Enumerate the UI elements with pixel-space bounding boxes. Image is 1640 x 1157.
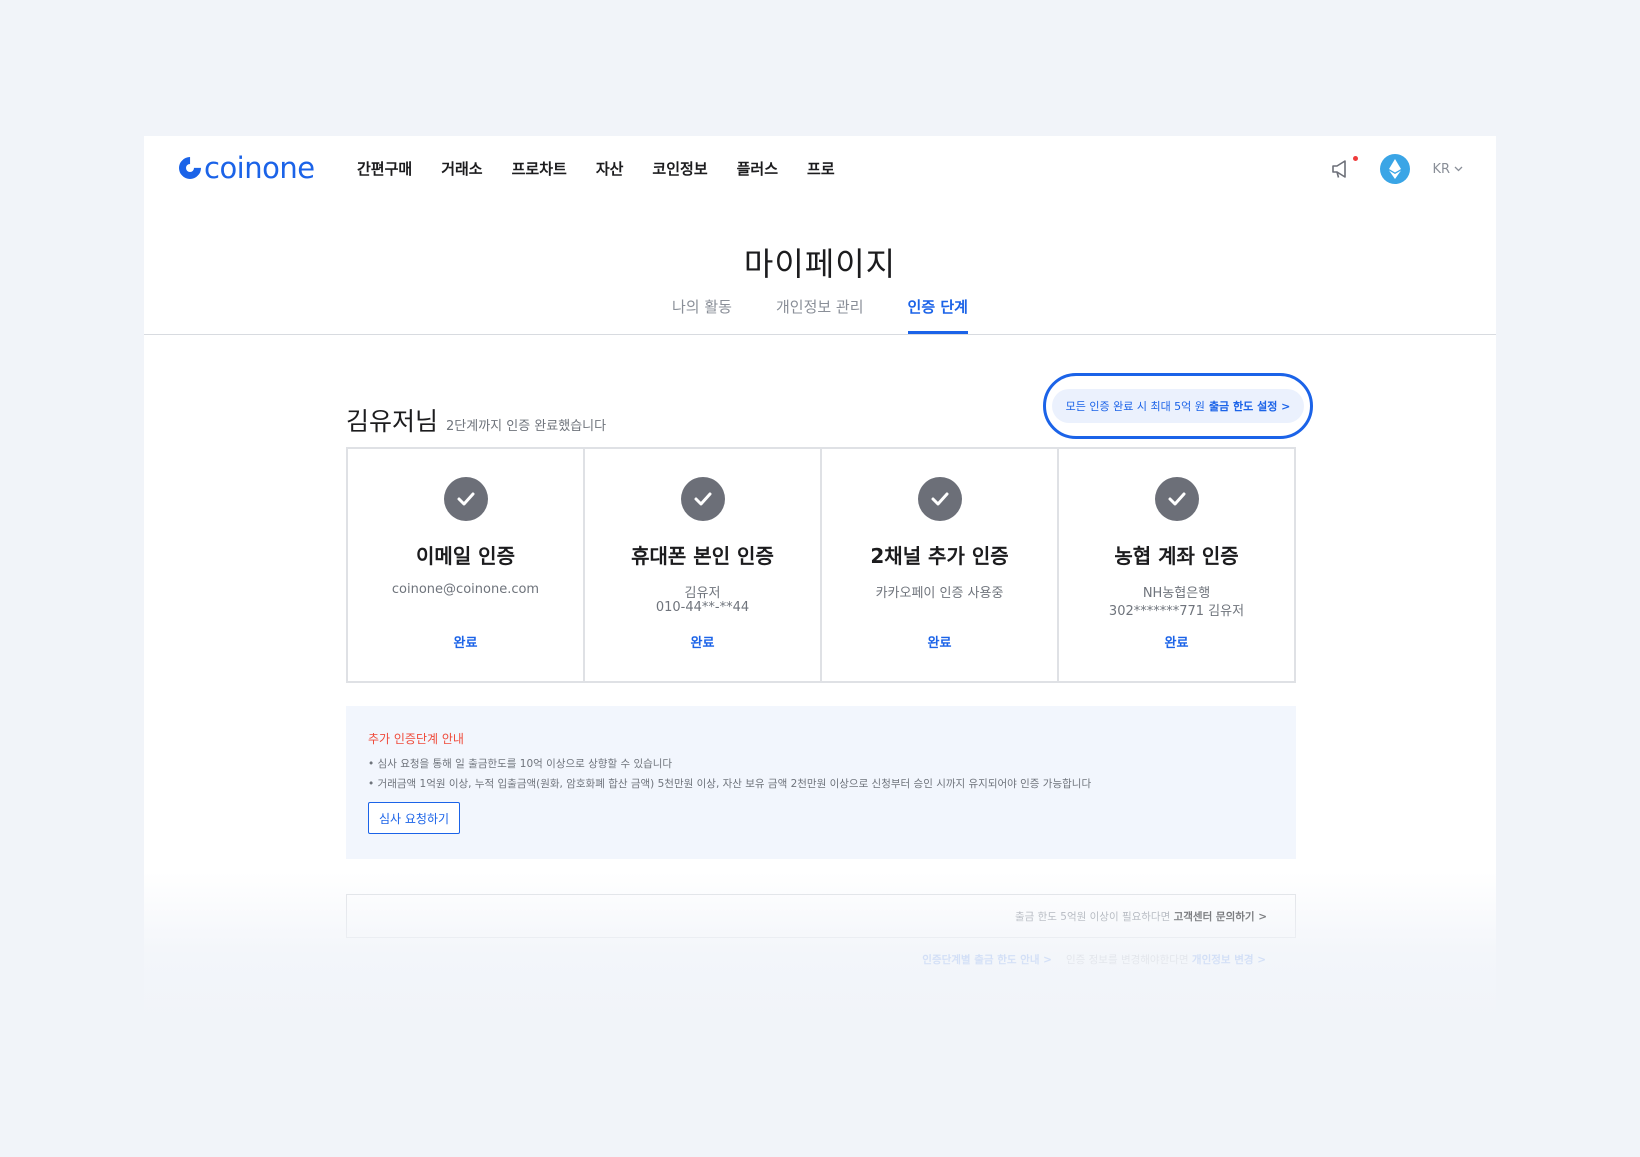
card-bank-verification: 농협 계좌 인증 NH농협은행 302*******771 김유저 완료	[1059, 449, 1294, 681]
card-phone-verification: 휴대폰 본인 인증 김유저 010-44**-**44 완료	[585, 449, 822, 681]
check-icon	[680, 477, 725, 521]
support-text: 출금 한도 5억원 이상이 필요하다면 고객센터 문의하기 >	[1015, 909, 1267, 924]
language-selector[interactable]: KR	[1432, 162, 1463, 177]
card-detail: coinone@coinone.com	[391, 582, 540, 597]
megaphone-icon[interactable]	[1330, 156, 1359, 180]
user-name: 김유저님	[346, 407, 439, 436]
card-status: 완료	[1164, 636, 1189, 651]
nav-item-assets[interactable]: 자산	[596, 158, 624, 179]
notice-line: • 심사 요청을 통해 일 출금한도를 10억 이상으로 상향할 수 있습니다	[368, 758, 673, 770]
nav-item-pro-chart[interactable]: 프로차트	[512, 158, 567, 179]
card-status: 완료	[927, 636, 952, 651]
verification-cards: 이메일 인증 coinone@coinone.com 완료 휴대폰 본인 인증 …	[346, 447, 1296, 683]
check-icon	[1154, 477, 1199, 521]
request-review-button[interactable]: 심사 요청하기	[368, 802, 460, 834]
coinone-logo[interactable]: coinone	[174, 151, 315, 185]
page-title: 마이페이지	[743, 245, 897, 283]
limit-banner-text: 모든 인증 완료 시 최대 5억 원	[1065, 400, 1205, 413]
card-detail: NH농협은행	[1142, 586, 1211, 601]
card-title: 2채널 추가 인증	[870, 544, 1009, 568]
card-email-verification: 이메일 인증 coinone@coinone.com 완료	[348, 449, 585, 681]
withdrawal-limit-link[interactable]: 모든 인증 완료 시 최대 5억 원 출금 한도 설정 >	[1051, 389, 1305, 423]
card-detail: 김유저	[684, 586, 721, 601]
card-detail: 카카오페이 인증 사용중	[875, 586, 1004, 601]
limit-banner-highlight: 모든 인증 완료 시 최대 5억 원 출금 한도 설정 >	[1043, 373, 1313, 439]
notification-dot	[1353, 156, 1359, 161]
limit-guide-link[interactable]: 인증단계별 출금 한도 안내 >	[922, 952, 1052, 967]
chevron-down-icon	[1454, 166, 1463, 172]
notice-line: • 거래금액 1억원 이상, 누적 입출금액(원화, 암호화폐 합산 금액) 5…	[368, 778, 1092, 790]
change-info-link[interactable]: 개인정보 변경 >	[1192, 954, 1266, 966]
card-status: 완료	[453, 636, 478, 651]
card-status: 완료	[690, 636, 715, 651]
change-info-text: 인증 정보를 변경해야한다면	[1065, 954, 1189, 966]
limit-banner-link[interactable]: 출금 한도 설정 >	[1209, 398, 1290, 414]
support-message: 출금 한도 5억원 이상이 필요하다면	[1014, 911, 1171, 923]
header-utilities: KR	[1330, 154, 1463, 184]
verification-summary: 2단계까지 인증 완료했습니다	[446, 419, 607, 434]
card-2channel-verification: 2채널 추가 인증 카카오페이 인증 사용중 완료	[822, 449, 1059, 681]
main-nav: 간편구매 거래소 프로차트 자산 코인정보 플러스 프로	[357, 158, 864, 179]
notice-title: 추가 인증단계 안내	[368, 732, 464, 746]
language-label: KR	[1432, 161, 1450, 177]
tab-verification-level[interactable]: 인증 단계	[907, 296, 968, 334]
greeting: 김유저님 2단계까지 인증 완료했습니다	[346, 402, 606, 438]
footer-links: 인증단계별 출금 한도 안내 > 인증 정보를 변경해야한다면 개인정보 변경 …	[922, 952, 1266, 967]
ethereum-avatar-icon[interactable]	[1380, 154, 1411, 184]
card-title: 휴대폰 본인 인증	[631, 544, 774, 568]
tab-my-activity[interactable]: 나의 활동	[672, 296, 732, 334]
nav-item-pro[interactable]: 프로	[807, 158, 835, 179]
page-frame: coinone 간편구매 거래소 프로차트 자산 코인정보 플러스 프로 KR	[144, 136, 1496, 1022]
check-icon	[443, 477, 488, 521]
card-detail-2: 010-44**-**44	[655, 600, 750, 615]
nav-item-simple-buy[interactable]: 간편구매	[357, 158, 412, 179]
check-icon	[917, 477, 962, 521]
card-title: 농협 계좌 인증	[1114, 544, 1239, 568]
nav-item-plus[interactable]: 플러스	[737, 158, 778, 179]
nav-item-exchange[interactable]: 거래소	[441, 158, 482, 179]
support-box: 출금 한도 5억원 이상이 필요하다면 고객센터 문의하기 >	[346, 894, 1296, 938]
card-title: 이메일 인증	[416, 544, 515, 568]
additional-verification-notice: 추가 인증단계 안내 • 심사 요청을 통해 일 출금한도를 10억 이상으로 …	[346, 706, 1296, 859]
page-tabs: 나의 활동 개인정보 관리 인증 단계	[144, 296, 1496, 335]
card-detail-2: 302*******771 김유저	[1108, 604, 1245, 619]
logo-text: coinone	[204, 151, 315, 185]
logo-mark-icon	[174, 152, 206, 184]
contact-support-link[interactable]: 고객센터 문의하기 >	[1174, 911, 1267, 923]
tab-personal-info[interactable]: 개인정보 관리	[776, 296, 864, 334]
nav-item-coin-info[interactable]: 코인정보	[652, 158, 707, 179]
